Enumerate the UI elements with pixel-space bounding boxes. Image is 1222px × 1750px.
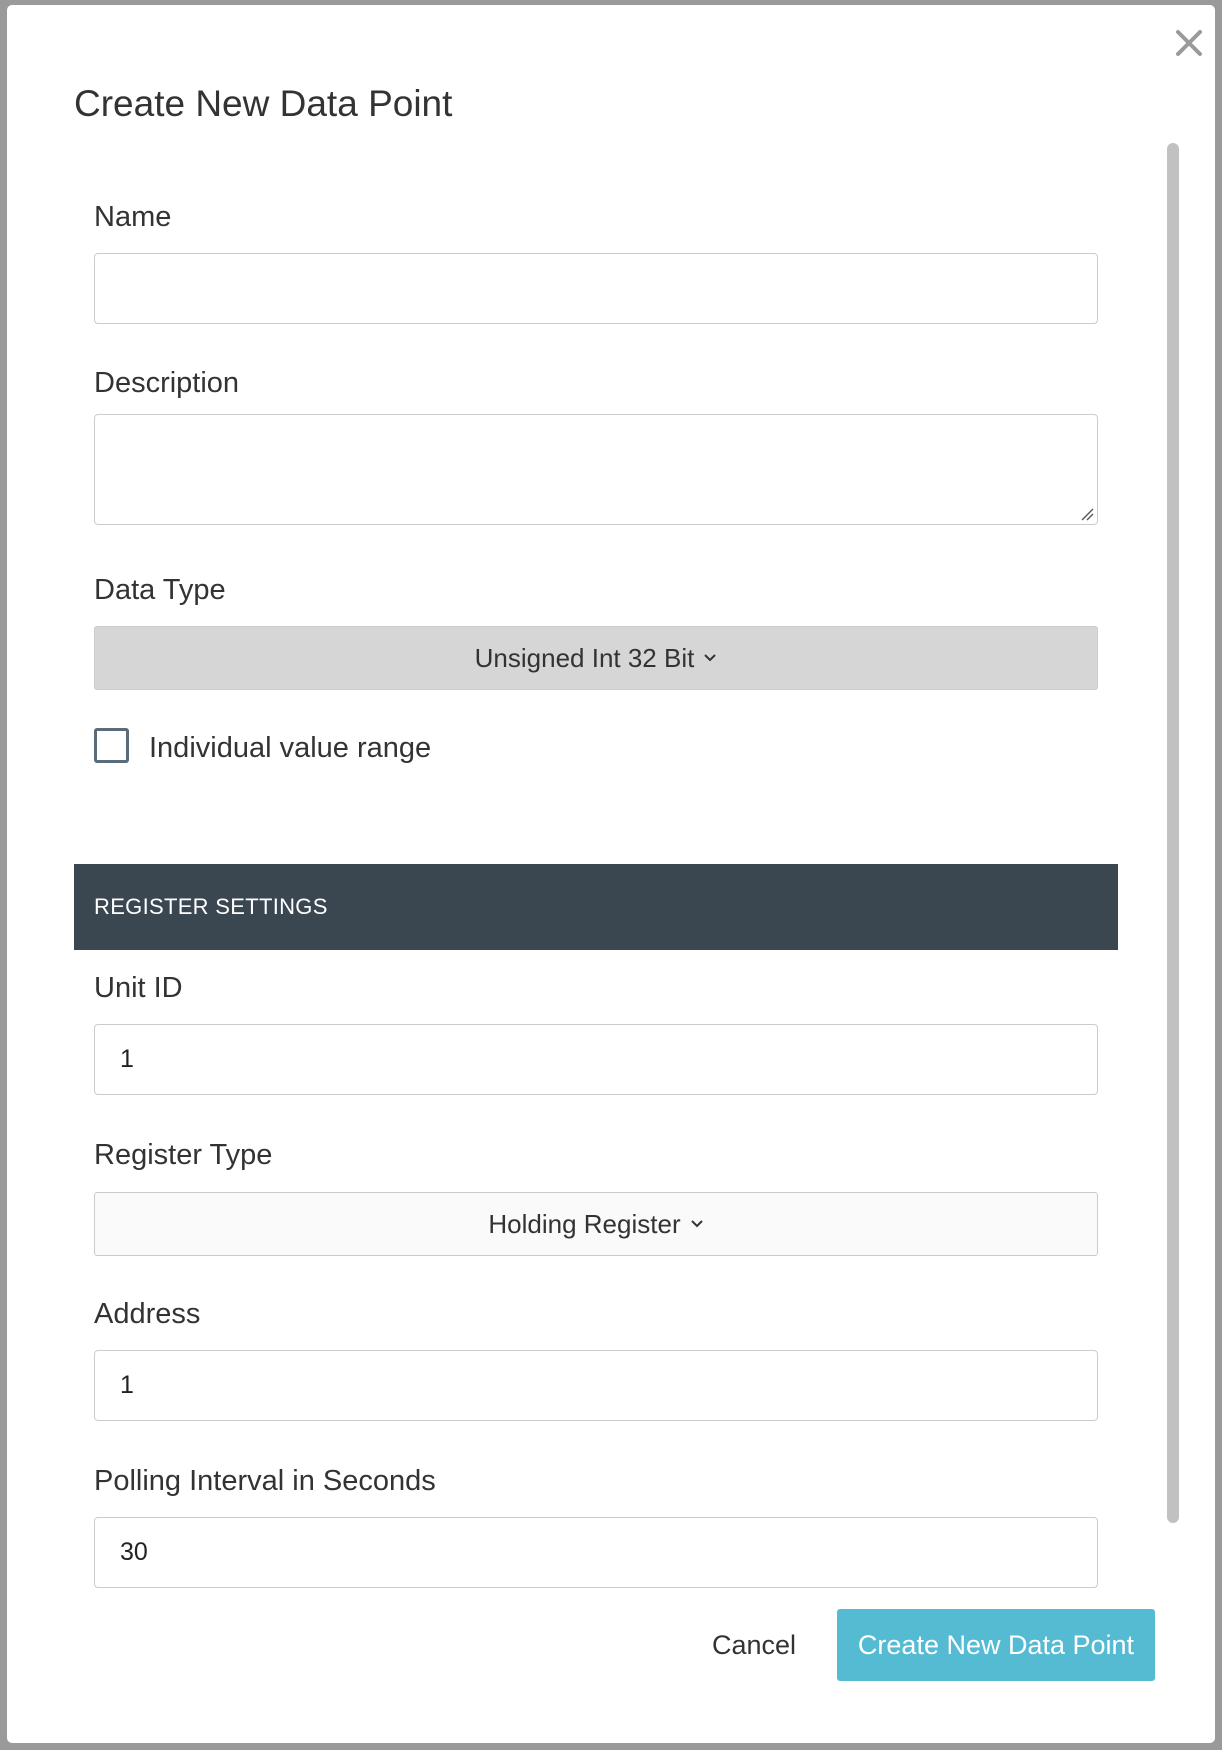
description-label: Description — [94, 367, 240, 399]
cancel-button[interactable]: Cancel — [694, 1609, 814, 1681]
resize-grip-icon[interactable] — [1080, 507, 1094, 521]
close-icon — [1176, 30, 1202, 56]
chevron-down-icon — [690, 1219, 704, 1229]
unit-id-input[interactable] — [94, 1024, 1098, 1095]
chevron-down-icon — [703, 653, 717, 663]
data-type-select[interactable]: Unsigned Int 32 Bit — [94, 626, 1098, 690]
register-type-select[interactable]: Holding Register — [94, 1192, 1098, 1256]
individual-value-range-checkbox[interactable] — [94, 728, 129, 763]
data-type-label: Data Type — [94, 574, 226, 606]
name-label: Name — [94, 201, 172, 233]
close-button[interactable] — [1169, 23, 1209, 63]
unit-id-label: Unit ID — [94, 972, 183, 1004]
address-input[interactable] — [94, 1350, 1098, 1421]
scrollbar-thumb[interactable] — [1167, 143, 1179, 1523]
polling-interval-input[interactable] — [94, 1517, 1098, 1588]
name-input[interactable] — [94, 253, 1098, 324]
description-textarea[interactable] — [94, 414, 1098, 525]
data-type-value: Unsigned Int 32 Bit — [474, 642, 695, 673]
individual-value-range-label[interactable]: Individual value range — [149, 732, 431, 765]
create-data-point-button[interactable]: Create New Data Point — [837, 1609, 1155, 1681]
register-type-value: Holding Register — [488, 1208, 681, 1239]
register-type-label: Register Type — [94, 1139, 273, 1171]
address-label: Address — [94, 1298, 201, 1330]
register-settings-header: REGISTER SETTINGS — [74, 864, 1118, 950]
polling-interval-label: Polling Interval in Seconds — [94, 1465, 436, 1497]
create-data-point-dialog: Create New Data Point Name Description D… — [7, 5, 1215, 1743]
section-title: REGISTER SETTINGS — [94, 894, 328, 919]
dialog-title: Create New Data Point — [74, 83, 453, 124]
